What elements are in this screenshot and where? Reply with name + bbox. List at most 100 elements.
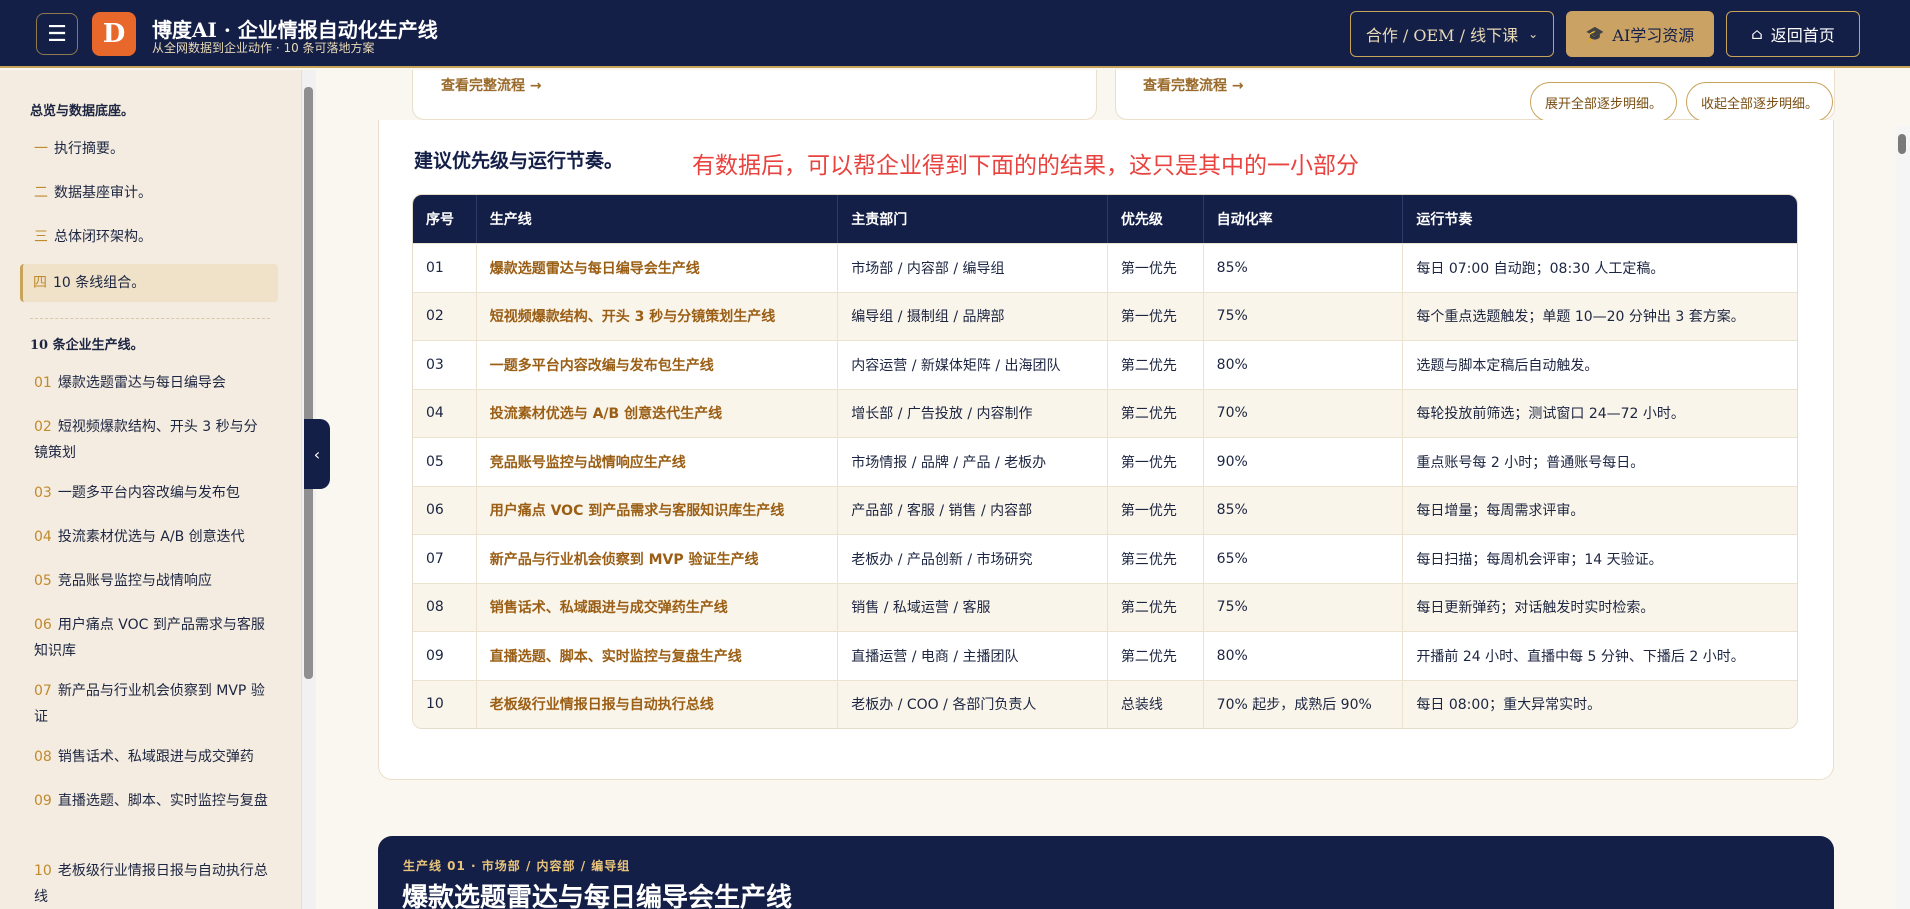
sidebar-line-05[interactable]: 05 竞品账号监控与战情响应 [34, 568, 268, 594]
table-cell: 80% [1203, 340, 1404, 389]
sidebar-line-09[interactable]: 09 直播选题、脚本、实时监控与复盘 [34, 788, 268, 814]
line-name-link[interactable]: 直播选题、脚本、实时监控与复盘生产线 [476, 631, 839, 680]
ai-resources-label: AI学习资源 [1612, 26, 1695, 45]
table-cell: 市场部 / 内容部 / 编导组 [838, 243, 1108, 292]
item-num: 07 [34, 683, 52, 699]
sidebar-section-lines: 10 条企业生产线。 [30, 338, 144, 353]
view-full-flow-link[interactable]: 查看完整流程 → [441, 75, 542, 95]
page-scroll-thumb[interactable] [1898, 134, 1906, 154]
table-cell: 第一优先 [1107, 291, 1204, 340]
table-cell: 第一优先 [1107, 243, 1204, 292]
table-cell: 开播前 24 小时、直播中每 5 分钟、下播后 2 小时。 [1403, 631, 1797, 680]
item-num: 05 [34, 573, 52, 589]
line-name-link[interactable]: 新产品与行业机会侦察到 MVP 验证生产线 [476, 534, 839, 583]
table-row: 03 一题多平台内容改编与发布包生产线 内容运营 / 新媒体矩阵 / 出海团队 第二优… [413, 340, 1797, 389]
expand-all-button[interactable]: 展开全部逐步明细。 [1530, 82, 1677, 122]
ai-resources-button[interactable]: 🎓 AI学习资源 [1566, 11, 1714, 57]
sidebar-collapse-button[interactable]: ‹ [304, 419, 330, 489]
column-header: 优先级 [1107, 195, 1204, 243]
sidebar-item-architecture[interactable]: 三总体闭环架构。 [34, 224, 268, 250]
line-card-meta: 生产线 01 · 市场部 / 内容部 / 编导组 [403, 859, 631, 873]
table-cell: 内容运营 / 新媒体矩阵 / 出海团队 [838, 340, 1108, 389]
table-cell: 02 [413, 291, 477, 340]
table-cell: 直播运营 / 电商 / 主播团队 [838, 631, 1108, 680]
table-cell: 每轮投放前筛选；测试窗口 24—72 小时。 [1403, 388, 1797, 437]
table-row: 01 爆款选题雷达与每日编导会生产线 市场部 / 内容部 / 编导组 第一优先 85% 每… [413, 243, 1797, 292]
line-name-link[interactable]: 老板级行业情报日报与自动执行总线 [476, 679, 839, 728]
item-num: 一 [34, 141, 48, 157]
home-button[interactable]: ⌂ 返回首页 [1726, 11, 1860, 57]
sidebar-line-08[interactable]: 08 销售话术、私域跟进与成交弹药 [34, 744, 268, 770]
page-scrollbar[interactable] [1896, 126, 1910, 909]
table-cell: 65% [1203, 534, 1404, 583]
sidebar-line-06[interactable]: 06 用户痛点 VOC 到产品需求与客服知识库 [34, 612, 268, 664]
item-num: 四 [33, 275, 47, 291]
line-name-link[interactable]: 一题多平台内容改编与发布包生产线 [476, 340, 839, 389]
item-num: 06 [34, 617, 52, 633]
collapse-all-button[interactable]: 收起全部逐步明细。 [1686, 82, 1833, 122]
table-cell: 每个重点选题触发；单题 10—20 分钟出 3 套方案。 [1403, 291, 1797, 340]
hamburger-icon: ☰ [47, 21, 67, 47]
table-row: 05 竞品账号监控与战情响应生产线 市场情报 / 品牌 / 产品 / 老板办 第一优先… [413, 437, 1797, 486]
brand-logo[interactable]: D [92, 12, 136, 56]
line-name-link[interactable]: 爆款选题雷达与每日编导会生产线 [476, 243, 839, 292]
table-header-row: 序号 生产线 主责部门 优先级 自动化率 运行节奏 [413, 195, 1797, 243]
sidebar-line-02[interactable]: 02 短视频爆款结构、开头 3 秒与分镜策划 [34, 414, 268, 466]
line-name-link[interactable]: 用户痛点 VOC 到产品需求与客服知识库生产线 [476, 485, 839, 534]
table-cell: 10 [413, 679, 477, 728]
partner-dropdown-button[interactable]: 合作 / OEM / 线下课 ⌄ [1350, 11, 1554, 57]
table-cell: 销售 / 私域运营 / 客服 [838, 582, 1108, 631]
production-line-table: 序号 生产线 主责部门 优先级 自动化率 运行节奏 01 爆款选题雷达与每日编导会… [412, 194, 1798, 729]
table-cell: 第一优先 [1107, 437, 1204, 486]
table-row: 02 短视频爆款结构、开头 3 秒与分镜策划生产线 编导组 / 摄制组 / 品牌部第… [413, 291, 1797, 340]
item-num: 02 [34, 419, 52, 435]
table-cell: 70% 起步，成熟后 90% [1203, 679, 1404, 728]
sidebar-line-10[interactable]: 10 老板级行业情报日报与自动执行总线 [34, 858, 268, 909]
menu-button[interactable]: ☰ [36, 13, 78, 55]
table-cell: 老板办 / COO / 各部门负责人 [838, 679, 1108, 728]
table-cell: 第二优先 [1107, 388, 1204, 437]
item-label: 老板级行业情报日报与自动执行总线 [34, 863, 268, 905]
item-label: 直播选题、脚本、实时监控与复盘 [57, 793, 268, 809]
sidebar-scroll-thumb[interactable] [304, 87, 313, 679]
item-label: 数据基座审计。 [54, 185, 152, 201]
line-name-link[interactable]: 投流素材优选与 A/B 创意迭代生产线 [476, 388, 839, 437]
table-cell: 总装线 [1107, 679, 1204, 728]
sidebar-line-07[interactable]: 07 新产品与行业机会侦察到 MVP 验证 [34, 678, 268, 730]
item-label: 新产品与行业机会侦察到 MVP 验证 [34, 683, 265, 725]
sidebar-item-lines-portfolio[interactable]: 四 10 条线组合。 [20, 264, 278, 302]
item-label: 投流素材优选与 A/B 创意迭代 [57, 529, 245, 545]
table-cell: 09 [413, 631, 477, 680]
column-header: 运行节奏 [1403, 195, 1797, 243]
item-num: 10 [34, 863, 52, 879]
sidebar-item-summary[interactable]: 一执行摘要。 [34, 136, 268, 162]
item-label: 10 条线组合。 [53, 275, 146, 291]
table-cell: 05 [413, 437, 477, 486]
sidebar-line-04[interactable]: 04 投流素材优选与 A/B 创意迭代 [34, 524, 268, 550]
item-label: 用户痛点 VOC 到产品需求与客服知识库 [34, 617, 265, 659]
item-num: 09 [34, 793, 52, 809]
sidebar-item-data-audit[interactable]: 二数据基座审计。 [34, 180, 268, 206]
table-cell: 08 [413, 582, 477, 631]
table-cell: 01 [413, 243, 477, 292]
sidebar-line-01[interactable]: 01 爆款选题雷达与每日编导会 [34, 370, 268, 396]
table-cell: 80% [1203, 631, 1404, 680]
line-name-link[interactable]: 销售话术、私域跟进与成交弹药生产线 [476, 582, 839, 631]
table-cell: 第二优先 [1107, 340, 1204, 389]
brand-subtitle: 从全网数据到企业动作 · 10 条可落地方案 [152, 41, 375, 55]
item-num: 04 [34, 529, 52, 545]
line-name-link[interactable]: 短视频爆款结构、开头 3 秒与分镜策划生产线 [476, 291, 839, 340]
top-header: ☰ D 博度AI · 企业情报自动化生产线 从全网数据到企业动作 · 10 条可… [0, 0, 1910, 68]
table-row: 10 老板级行业情报日报与自动执行总线 老板办 / COO / 各部门负责人 总装线 7… [413, 679, 1797, 728]
table-row: 08 销售话术、私域跟进与成交弹药生产线 销售 / 私域运营 / 客服 第二优先 75%… [413, 582, 1797, 631]
table-cell: 第一优先 [1107, 485, 1204, 534]
table-row: 07 新产品与行业机会侦察到 MVP 验证生产线 老板办 / 产品创新 / 市场研究… [413, 534, 1797, 583]
view-full-flow-link[interactable]: 查看完整流程 → [1143, 75, 1244, 95]
table-cell: 选题与脚本定稿后自动触发。 [1403, 340, 1797, 389]
sidebar-line-03[interactable]: 03 一题多平台内容改编与发布包 [34, 480, 268, 506]
line-card-title: 爆款选题雷达与每日编导会生产线 [402, 883, 793, 909]
line-name-link[interactable]: 竞品账号监控与战情响应生产线 [476, 437, 839, 486]
table-cell: 第三优先 [1107, 534, 1204, 583]
item-label: 总体闭环架构。 [54, 229, 152, 245]
item-num: 08 [34, 749, 52, 765]
